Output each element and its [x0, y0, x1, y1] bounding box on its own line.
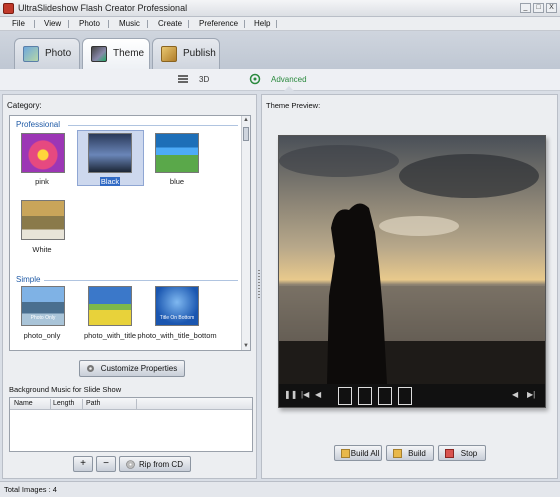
- remove-music-label: −: [103, 458, 109, 469]
- scroll-thumb[interactable]: [243, 127, 249, 141]
- customize-properties-label: Customize Properties: [100, 364, 178, 373]
- status-bar: Total Images : 4: [0, 481, 560, 497]
- theme-preview-label: Theme Preview:: [266, 101, 321, 110]
- next-icon[interactable]: ▶|: [527, 390, 535, 399]
- preview-photo: [279, 136, 545, 384]
- music-table[interactable]: Name Length Path: [9, 397, 253, 452]
- theme-thumb-blue[interactable]: [155, 133, 199, 173]
- minimize-button[interactable]: _: [520, 3, 531, 13]
- subtab-advanced-label: Advanced: [271, 75, 307, 84]
- splitter-grip[interactable]: [258, 270, 260, 300]
- theme-preview: ❚❚ |◀ ◀ ◀ ▶|: [278, 135, 546, 408]
- add-music-button[interactable]: +: [73, 456, 93, 472]
- menu-create[interactable]: Create: [158, 19, 182, 28]
- theme-thumb-photo-with-title-bottom[interactable]: Title On Bottom: [155, 286, 199, 326]
- window-title: UltraSlideshow Flash Creator Professiona…: [18, 3, 188, 13]
- previous-icon[interactable]: |◀: [301, 390, 309, 399]
- sound-icon[interactable]: ◀: [512, 390, 518, 399]
- theme-thumb-black[interactable]: [88, 133, 132, 173]
- theme-icon: [91, 46, 107, 62]
- customize-properties-button[interactable]: Customize Properties: [79, 360, 185, 377]
- volume-icon[interactable]: ◀: [315, 390, 321, 399]
- group-divider: [44, 280, 238, 281]
- add-music-label: +: [80, 458, 86, 469]
- tab-photo-label: Photo: [45, 48, 72, 59]
- scroll-down-icon[interactable]: ▼: [242, 342, 250, 350]
- app-icon: [3, 3, 14, 14]
- build-all-button[interactable]: Build All: [334, 445, 382, 461]
- group-divider: [68, 125, 238, 126]
- tab-publish[interactable]: Publish: [152, 38, 220, 69]
- theme-thumb-photo-with-title[interactable]: [88, 286, 132, 326]
- right-panel: Theme Preview: ❚❚ |◀ ◀ ◀ ▶| Build All Bu…: [261, 94, 558, 479]
- music-table-header: Name Length Path: [10, 398, 252, 410]
- group-simple-label: Simple: [16, 275, 41, 284]
- tab-theme-label: Theme: [113, 48, 145, 59]
- pause-icon[interactable]: ❚❚: [284, 390, 297, 399]
- menu-view[interactable]: View: [44, 19, 61, 28]
- col-length[interactable]: Length: [53, 400, 74, 407]
- thumbnail-slot[interactable]: [358, 387, 372, 405]
- build-button[interactable]: Build: [386, 445, 434, 461]
- theme-thumb-white[interactable]: [21, 200, 65, 240]
- background-music-group: Background Music for Slide Show Name Len…: [7, 385, 255, 455]
- rip-from-cd-button[interactable]: Rip from CD: [119, 456, 191, 472]
- advanced-icon: [249, 73, 261, 85]
- left-panel: Category: Professional pink Black blue W…: [2, 94, 257, 479]
- subtab-pointer: [284, 86, 294, 91]
- rip-from-cd-label: Rip from CD: [138, 460, 183, 469]
- menu-file[interactable]: File: [12, 19, 25, 28]
- theme-thumb-photo-only[interactable]: Photo Only: [21, 286, 65, 326]
- menu-help[interactable]: Help: [254, 19, 270, 28]
- photo-icon: [23, 46, 39, 62]
- menu-preference[interactable]: Preference: [199, 19, 238, 28]
- theme-label-blue: blue: [169, 177, 185, 186]
- publish-icon: [161, 46, 177, 62]
- col-name[interactable]: Name: [14, 400, 33, 407]
- subtab-3d-label: 3D: [199, 75, 210, 84]
- player-controls: ❚❚ |◀ ◀ ◀ ▶|: [279, 384, 545, 407]
- category-list-scrollbar[interactable]: ▲ ▼: [241, 116, 250, 350]
- background-music-legend: Background Music for Slide Show: [9, 385, 122, 394]
- tab-theme[interactable]: Theme: [82, 38, 150, 69]
- tab-publish-label: Publish: [183, 48, 216, 59]
- menu-bar: File View Photo Music Create Preference …: [0, 17, 560, 31]
- total-images-status: Total Images : 4: [4, 485, 57, 494]
- category-label: Category:: [7, 101, 42, 110]
- build-label: Build: [408, 449, 426, 458]
- stop-label: Stop: [460, 449, 478, 458]
- thumb-caption: Title On Bottom: [159, 315, 195, 321]
- close-button[interactable]: X: [546, 3, 557, 13]
- build-all-label: Build All: [350, 449, 380, 458]
- theme-thumb-pink[interactable]: [21, 133, 65, 173]
- title-bar: UltraSlideshow Flash Creator Professiona…: [0, 0, 560, 17]
- main-tab-strip: Photo Theme Publish: [0, 31, 560, 69]
- sub-tab-strip: 3D Advanced: [0, 69, 560, 91]
- thumb-caption: Photo Only: [30, 315, 56, 321]
- theme-label-white: White: [32, 245, 52, 254]
- menu-music[interactable]: Music: [119, 19, 140, 28]
- 3d-icon: [177, 73, 189, 85]
- theme-label-photo-with-title-bottom: photo_with_title_bottom: [137, 331, 217, 340]
- thumbnail-slot[interactable]: [338, 387, 352, 405]
- group-professional-label: Professional: [16, 120, 61, 129]
- scroll-up-icon[interactable]: ▲: [242, 116, 250, 124]
- thumbnail-slot[interactable]: [398, 387, 412, 405]
- menu-photo[interactable]: Photo: [79, 19, 100, 28]
- maximize-button[interactable]: □: [533, 3, 544, 13]
- thumbnail-slot[interactable]: [378, 387, 392, 405]
- tab-photo[interactable]: Photo: [14, 38, 80, 69]
- col-path[interactable]: Path: [86, 400, 100, 407]
- theme-category-list[interactable]: Professional pink Black blue White Simpl…: [9, 115, 251, 351]
- stop-button[interactable]: Stop: [438, 445, 486, 461]
- remove-music-button[interactable]: −: [96, 456, 116, 472]
